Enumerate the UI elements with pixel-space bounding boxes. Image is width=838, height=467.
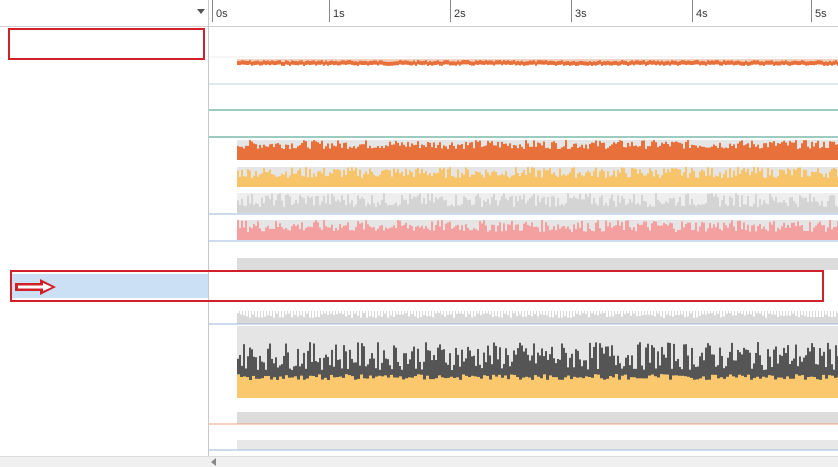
horizontal-scrollbar[interactable] xyxy=(0,456,838,467)
red-arrow-icon xyxy=(15,279,56,295)
pcie-bandwidth-track xyxy=(237,440,838,450)
timeline-tree-panel: ▼GPU (0000:00:1E.0 - Tesla T4)▼GPU Perfo… xyxy=(0,0,209,467)
dropdown-arrow-icon[interactable] xyxy=(197,9,205,14)
timeline-view[interactable]: 0s 1s 2s 3s 4s 5s xyxy=(209,0,838,467)
sm-instructions-track xyxy=(237,258,838,270)
scroll-left-icon[interactable] xyxy=(211,458,216,466)
timeline-tracks xyxy=(209,56,838,451)
dram-bandwidth-track xyxy=(237,412,838,424)
tree-header xyxy=(0,0,208,27)
